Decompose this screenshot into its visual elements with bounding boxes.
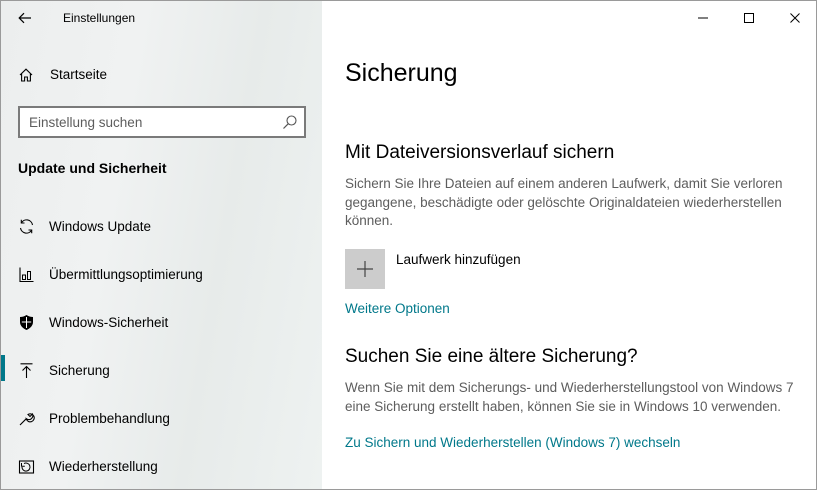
sidebar-item-label: Windows-Sicherheit (49, 315, 169, 330)
backup-arrow-icon (20, 363, 33, 378)
close-button[interactable] (772, 1, 816, 35)
sidebar: Einstellungen Startseite Update und Sich… (1, 1, 322, 489)
sidebar-item-label: Windows Update (49, 219, 152, 234)
minimize-icon (698, 17, 708, 19)
plus-icon (357, 261, 373, 277)
backup-restore-windows7-link[interactable]: Zu Sichern und Wiederherstellen (Windows… (345, 435, 680, 450)
title-bar-left: Einstellungen (1, 1, 322, 35)
active-indicator (1, 355, 5, 381)
sidebar-item-windows-update[interactable]: Windows Update (1, 209, 322, 257)
recovery-icon (18, 460, 35, 474)
delivery-optimization-icon (19, 267, 34, 283)
sidebar-item-label: Sicherung (49, 363, 110, 378)
back-button[interactable] (11, 7, 39, 29)
main-content: Sicherung Mit Dateiversionsverlauf siche… (322, 1, 816, 489)
sidebar-section-title: Update und Sicherheit (18, 160, 167, 176)
file-history-description: Sichern Sie Ihre Dateien auf einem ander… (345, 176, 783, 228)
sidebar-item-troubleshoot[interactable]: Problembehandlung (1, 401, 322, 449)
app-title: Einstellungen (63, 11, 136, 25)
sidebar-item-label: Wiederherstellung (49, 459, 158, 474)
search-icon[interactable] (282, 114, 298, 130)
add-drive-label: Laufwerk hinzufügen (396, 252, 521, 267)
minimize-button[interactable] (680, 1, 726, 35)
sidebar-item-delivery-optimization[interactable]: Übermittlungsoptimierung (1, 257, 322, 305)
window-controls (680, 1, 816, 35)
settings-window: Einstellungen Startseite Update und Sich… (0, 0, 817, 490)
sidebar-item-label: Übermittlungsoptimierung (49, 267, 203, 282)
more-options-link[interactable]: Weitere Optionen (345, 301, 450, 316)
older-backup-heading: Suchen Sie eine ältere Sicherung? (345, 346, 638, 367)
maximize-icon (744, 13, 754, 23)
sidebar-item-backup[interactable]: Sicherung (1, 353, 322, 401)
settings-search-box[interactable] (18, 106, 306, 138)
back-arrow-icon (18, 12, 31, 24)
shield-icon (20, 315, 33, 330)
sidebar-item-label: Problembehandlung (49, 411, 170, 426)
maximize-button[interactable] (726, 1, 772, 35)
home-icon (19, 68, 33, 82)
sidebar-item-windows-security[interactable]: Windows-Sicherheit (1, 305, 322, 353)
add-drive-tile[interactable] (345, 249, 385, 289)
search-input[interactable] (20, 108, 278, 136)
file-history-heading: Mit Dateiversionsverlauf sichern (345, 142, 615, 163)
wrench-icon (19, 413, 35, 426)
sidebar-nav: Windows Update Übermittlungsoptimierung … (1, 209, 322, 489)
older-backup-description: Wenn Sie mit dem Sicherungs- und Wiederh… (345, 380, 794, 414)
sidebar-item-recovery[interactable]: Wiederherstellung (1, 449, 322, 489)
sync-icon (19, 219, 34, 234)
page-title: Sicherung (345, 59, 458, 87)
close-icon (790, 13, 800, 23)
home-label: Startseite (50, 67, 108, 82)
sidebar-item-home[interactable]: Startseite (1, 59, 322, 91)
